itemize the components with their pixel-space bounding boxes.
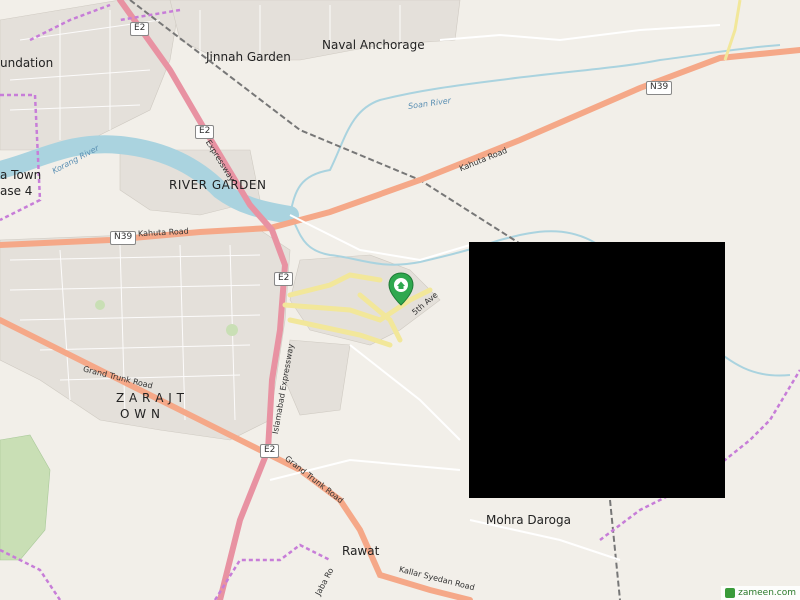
place-label-town-line2: ase 4 xyxy=(0,184,33,198)
attribution[interactable]: zameen.com xyxy=(721,586,800,600)
urban-area-layer xyxy=(0,0,461,441)
urban-area-north xyxy=(0,0,181,151)
location-pin-icon[interactable] xyxy=(388,272,414,306)
place-label-zarajt-line2: O W N xyxy=(120,407,161,421)
place-label-town-line1: a Town xyxy=(0,168,42,182)
railway-line-south xyxy=(609,499,621,600)
place-label-naval-anchorage: Naval Anchorage xyxy=(322,38,425,52)
road-shield-e2: E2 xyxy=(195,125,215,139)
road-shield-n39: N39 xyxy=(646,81,673,95)
place-label-mohra-daroga: Mohra Daroga xyxy=(486,513,571,527)
attribution-text: zameen.com xyxy=(738,588,796,598)
zameen-logo-icon xyxy=(725,588,736,598)
park-area xyxy=(226,324,238,336)
place-label-zarajt-line1: Z A R A J T xyxy=(116,391,185,405)
place-label-jinnah-garden: Jinnah Garden xyxy=(206,50,291,64)
road-shield-e2: E2 xyxy=(274,272,294,286)
road-shield-e2: E2 xyxy=(130,22,150,36)
map-canvas[interactable]: undation Jinnah Garden Naval Anchorage R… xyxy=(0,0,800,600)
place-label-foundation: undation xyxy=(0,56,54,70)
urban-area-south xyxy=(284,339,351,416)
soan-river-path xyxy=(289,44,781,216)
park-area xyxy=(95,300,105,310)
place-label-river-garden: RIVER GARDEN xyxy=(169,178,267,192)
road-shield-n39: N39 xyxy=(110,231,137,245)
road-shield-e2: E2 xyxy=(260,444,280,458)
redaction-box xyxy=(469,242,725,498)
place-label-rawat: Rawat xyxy=(342,544,380,558)
green-area xyxy=(0,434,51,561)
